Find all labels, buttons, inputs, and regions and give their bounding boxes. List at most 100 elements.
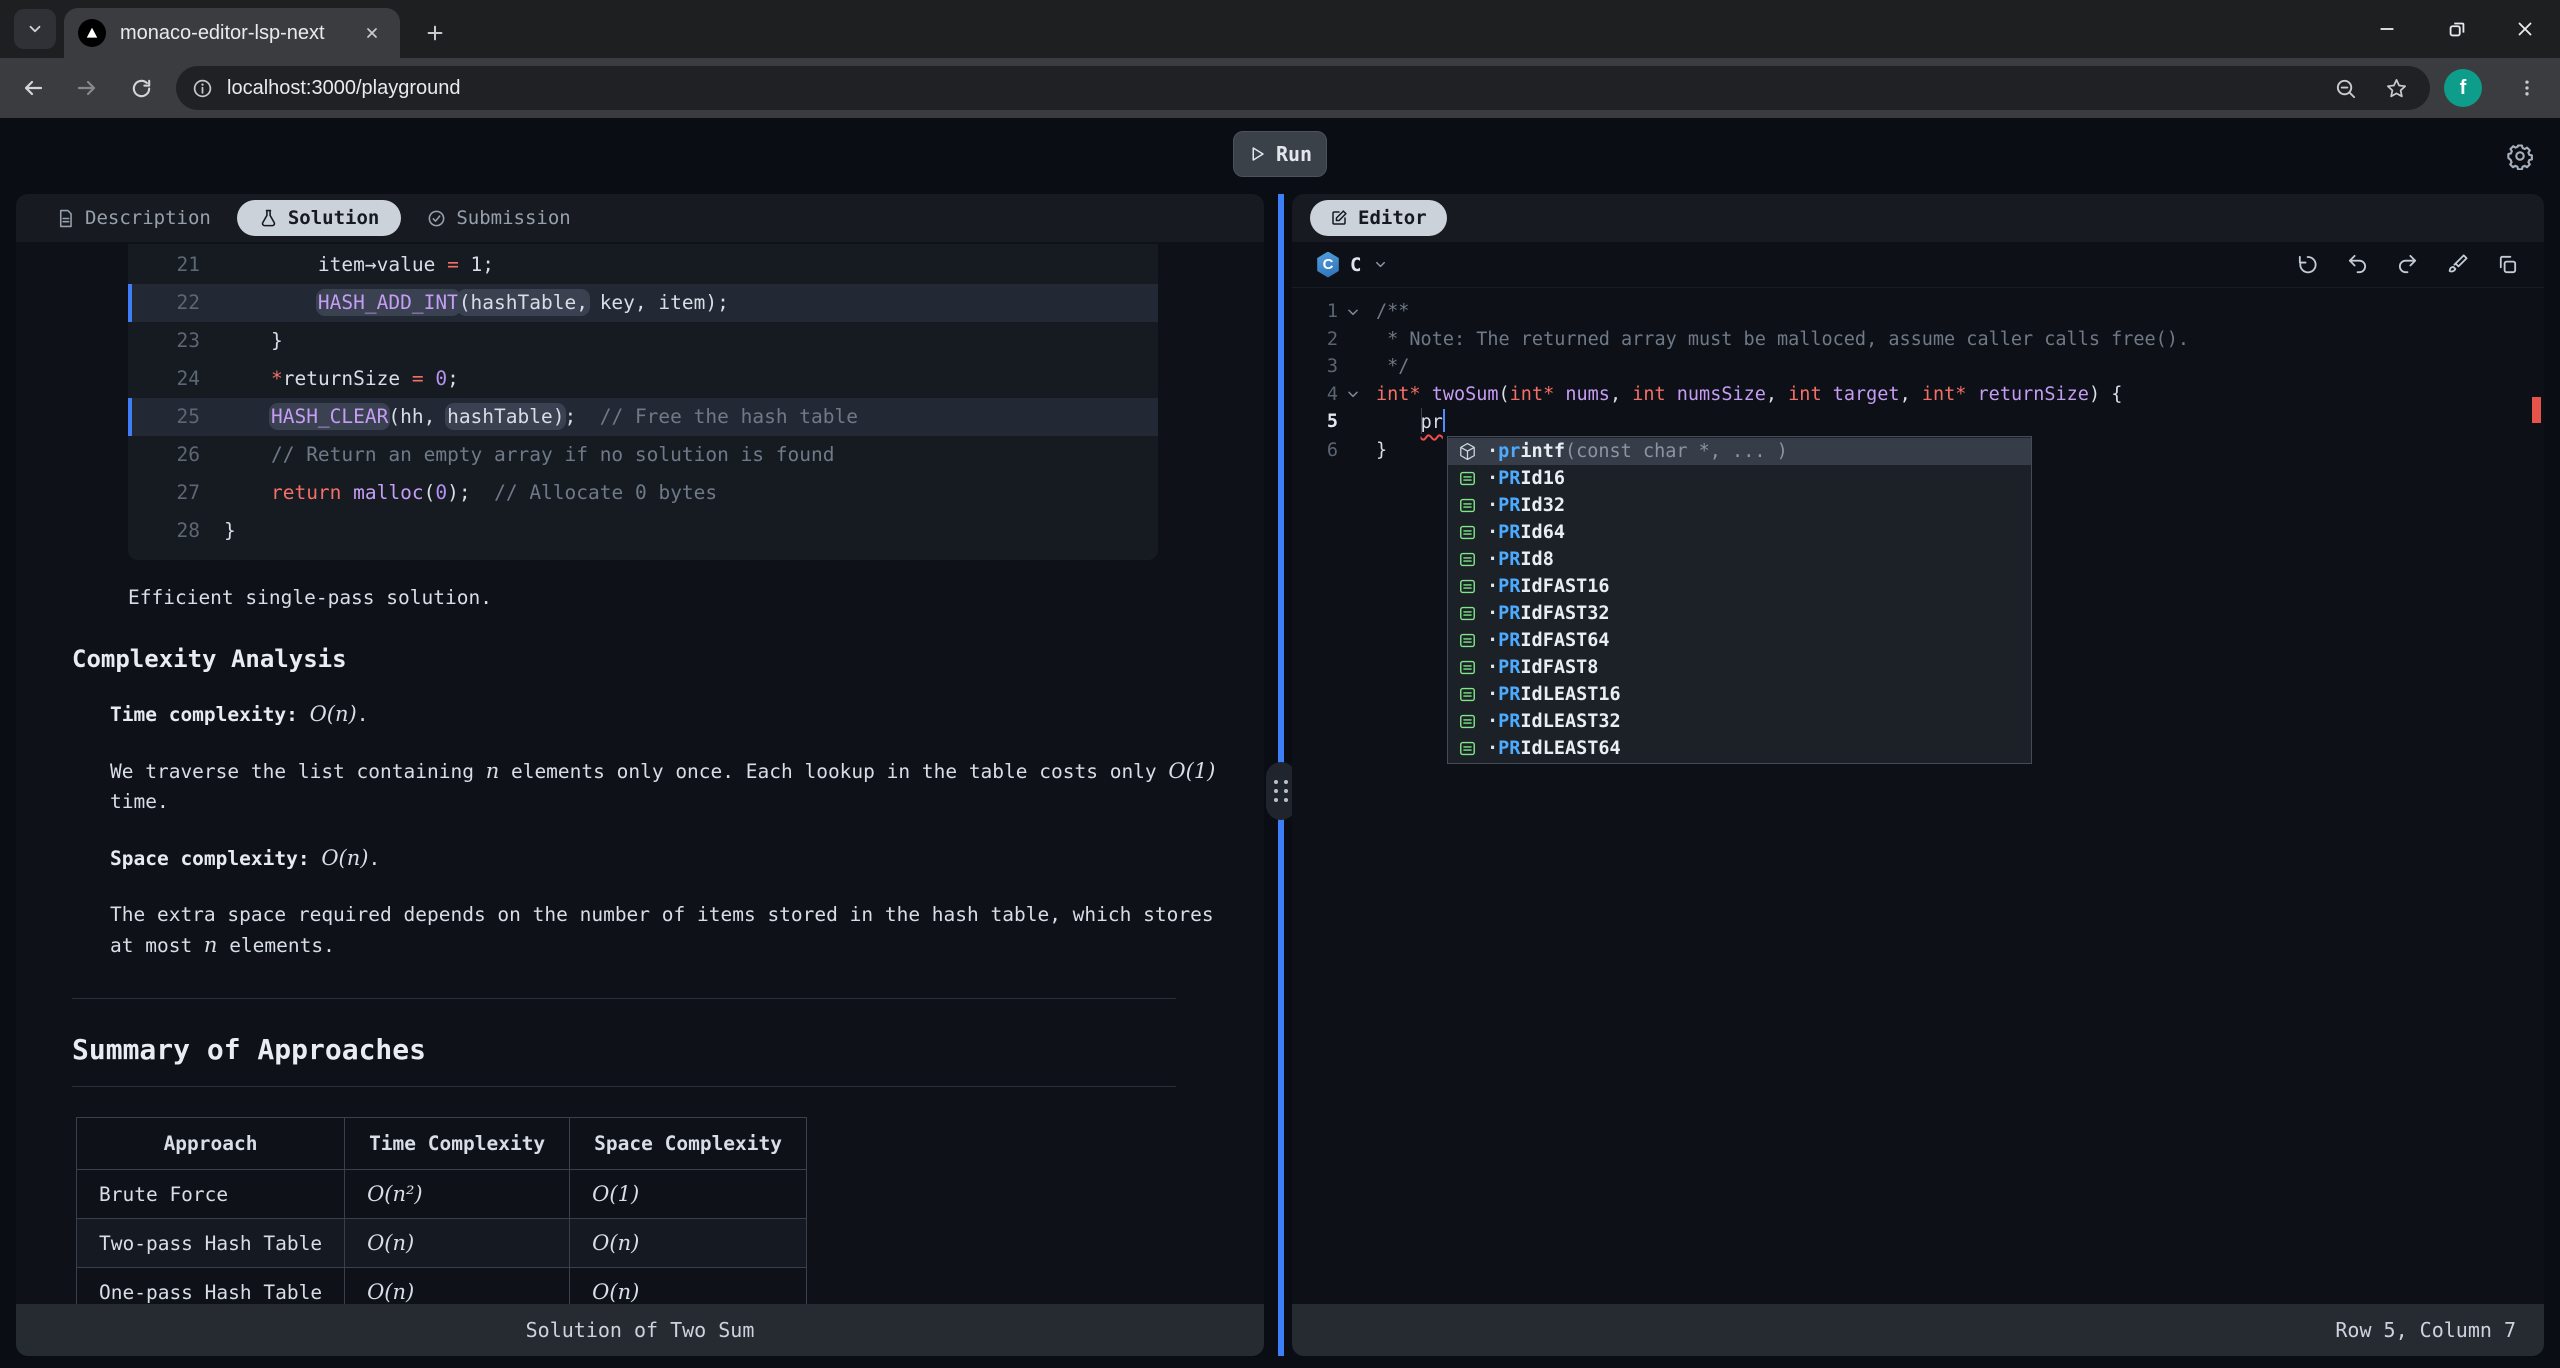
suggestion-match: PR — [1498, 573, 1520, 601]
suggestion-bullet: · — [1487, 681, 1498, 709]
suggestion-bullet: · — [1487, 654, 1498, 682]
suggestion-item[interactable]: ·PRId64 — [1448, 519, 2031, 546]
arrow-right-icon — [75, 76, 99, 100]
browser-menu-button[interactable] — [2508, 69, 2546, 107]
tab-description[interactable]: Description — [42, 200, 225, 236]
suggestion-name: IdFAST32 — [1520, 600, 1609, 628]
back-button[interactable] — [12, 67, 54, 109]
zoom-out-icon[interactable] — [2334, 77, 2357, 100]
suggestion-item[interactable]: ·PRIdFAST32 — [1448, 600, 2031, 627]
fold-chevron-icon[interactable] — [1338, 381, 1368, 409]
suggestion-match: PR — [1498, 681, 1520, 709]
reset-button[interactable] — [2296, 253, 2320, 277]
fold-chevron-icon[interactable] — [1338, 298, 1368, 326]
format-button[interactable] — [2446, 253, 2470, 277]
window-minimize-button[interactable] — [2352, 0, 2422, 58]
site-info-icon[interactable] — [192, 78, 213, 99]
approaches-table: ApproachTime ComplexitySpace ComplexityB… — [76, 1117, 807, 1304]
line-number: 21 — [142, 246, 200, 284]
suggestion-item[interactable]: ·PRIdFAST16 — [1448, 573, 2031, 600]
flask-icon — [259, 209, 278, 228]
field-icon — [1458, 685, 1478, 705]
address-bar[interactable]: localhost:3000/playground — [176, 66, 2430, 110]
tab-label: Submission — [456, 207, 570, 229]
editor-line-4[interactable]: 4int* twoSum(int* nums, int numsSize, in… — [1292, 381, 2544, 409]
text-segment: The extra space required depends on the … — [110, 903, 1214, 926]
text-segment: n — [204, 933, 218, 957]
undo-button[interactable] — [2346, 253, 2370, 277]
url-text: localhost:3000/playground — [227, 77, 2306, 100]
tab-solution[interactable]: Solution — [237, 200, 402, 236]
editor-line-1[interactable]: 1/** — [1292, 298, 2544, 326]
cursor-position: Row 5, Column 7 — [2335, 1318, 2516, 1342]
language-selector[interactable]: C C — [1316, 252, 1388, 278]
line-number: 24 — [142, 360, 200, 398]
suggestion-match: pr — [1498, 438, 1520, 466]
suggestion-item[interactable]: ·PRIdFAST64 — [1448, 627, 2031, 654]
new-tab-button[interactable] — [416, 14, 454, 52]
fold-gutter — [1338, 353, 1368, 381]
suggestion-name: IdLEAST32 — [1520, 708, 1620, 736]
line-content: } — [224, 322, 283, 360]
suggestion-item[interactable]: ·PRIdLEAST64 — [1448, 735, 2031, 762]
editor-line-content: /** — [1368, 298, 1409, 326]
code-editor[interactable]: 1/**2 * Note: The returned array must be… — [1292, 288, 2544, 1304]
suggestion-item[interactable]: ·PRIdLEAST16 — [1448, 681, 2031, 708]
line-content: HASH_ADD_INT(hashTable, key, item); — [224, 284, 729, 322]
suggestion-item[interactable]: ·printf(const char *, ... ) — [1448, 438, 2031, 465]
suggestion-match: PR — [1498, 519, 1520, 547]
suggestion-item[interactable]: ·PRIdFAST8 — [1448, 654, 2031, 681]
tab-submission[interactable]: Submission — [413, 200, 584, 236]
suggestion-match: PR — [1498, 600, 1520, 628]
editor-line-5[interactable]: 5 pr — [1292, 408, 2544, 437]
error-marker — [2532, 397, 2541, 423]
table-row: Two-pass Hash TableO(n)O(n) — [77, 1219, 807, 1268]
fold-gutter — [1338, 408, 1368, 437]
solution-content[interactable]: 21 item→value = 1;22 HASH_ADD_INT(hashTa… — [16, 242, 1264, 1304]
suggestion-item[interactable]: ·PRId8 — [1448, 546, 2031, 573]
fold-gutter — [1338, 437, 1368, 465]
minimize-icon — [2376, 18, 2398, 40]
browser-tab[interactable]: monaco-editor-lsp-next — [64, 8, 400, 58]
suggestion-item[interactable]: ·PRId16 — [1448, 465, 2031, 492]
restore-icon — [2446, 18, 2468, 40]
problem-footer-title: Solution of Two Sum — [526, 1318, 755, 1342]
problem-panel: Description Solution Submission 21 item→va… — [16, 194, 1264, 1356]
line-number: 28 — [142, 512, 200, 550]
editor-line-3[interactable]: 3 */ — [1292, 353, 2544, 381]
table-header: Time Complexity — [345, 1118, 570, 1170]
check-circle-icon — [427, 209, 446, 228]
editor-line-content: int* twoSum(int* nums, int numsSize, int… — [1368, 381, 2122, 409]
line-content: // Return an empty array if no solution … — [224, 436, 835, 474]
suggestion-name: Id64 — [1520, 519, 1565, 547]
forward-button[interactable] — [66, 67, 108, 109]
reload-icon — [130, 77, 153, 100]
section-divider — [72, 998, 1176, 999]
solution-code-line: 28} — [128, 512, 1158, 550]
time-complexity: Time complexity: O(n). — [110, 699, 1230, 730]
tab-search-button[interactable] — [14, 9, 56, 49]
tab-title: monaco-editor-lsp-next — [120, 22, 358, 45]
suggestion-match: PR — [1498, 492, 1520, 520]
suggestion-item[interactable]: ·PRId32 — [1448, 492, 2031, 519]
suggestion-match: PR — [1498, 654, 1520, 682]
settings-button[interactable] — [2500, 136, 2540, 176]
tab-editor[interactable]: Editor — [1310, 200, 1447, 236]
copy-button[interactable] — [2496, 253, 2520, 277]
text-segment: n — [486, 759, 500, 783]
redo-button[interactable] — [2396, 253, 2420, 277]
window-restore-button[interactable] — [2422, 0, 2492, 58]
window-close-button[interactable] — [2490, 0, 2560, 58]
line-number: 26 — [142, 436, 200, 474]
bookmark-star-icon[interactable] — [2385, 77, 2408, 100]
suggestion-name: Id32 — [1520, 492, 1565, 520]
suggestion-item[interactable]: ·PRIdLEAST32 — [1448, 708, 2031, 735]
reload-button[interactable] — [120, 67, 162, 109]
editor-line-2[interactable]: 2 * Note: The returned array must be mal… — [1292, 326, 2544, 354]
field-icon — [1458, 469, 1478, 489]
field-icon — [1458, 577, 1478, 597]
tab-close-icon[interactable] — [358, 19, 386, 47]
profile-avatar[interactable]: f — [2444, 69, 2482, 107]
suggestion-name: IdFAST16 — [1520, 573, 1609, 601]
run-button[interactable]: Run — [1233, 131, 1327, 177]
